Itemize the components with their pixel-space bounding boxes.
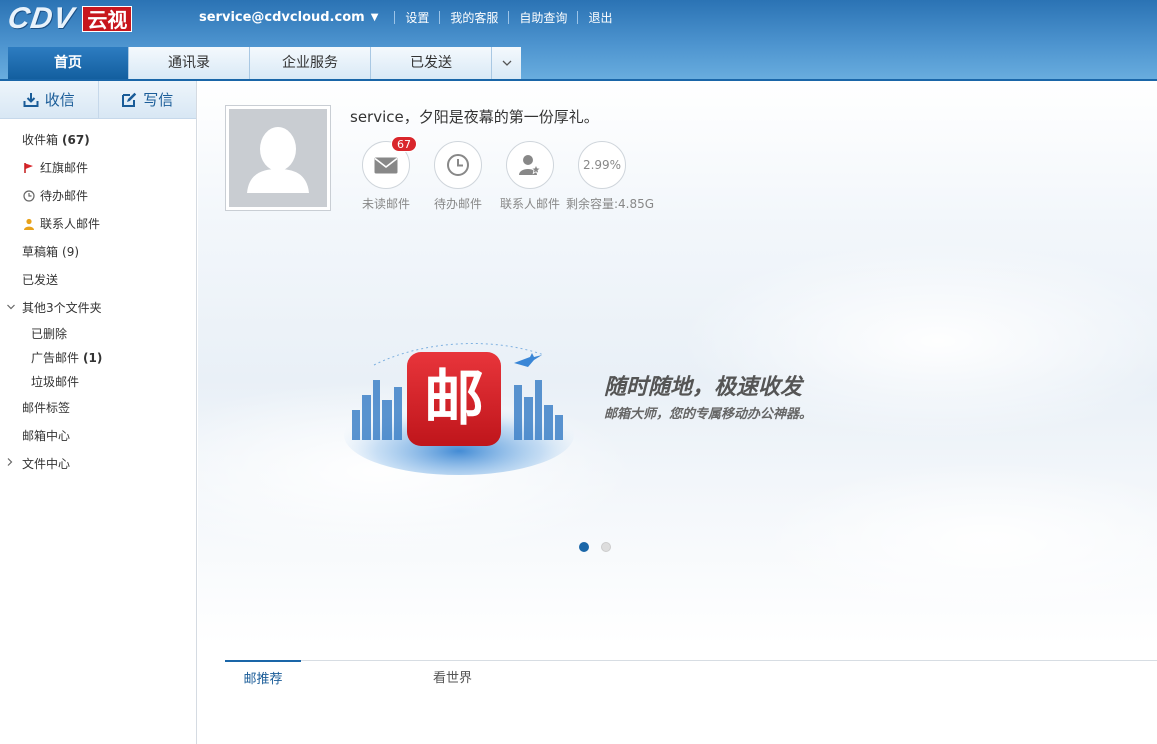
banner-subtitle: 邮箱大师，您的专属移动办公神器。 bbox=[604, 407, 813, 422]
tab-mail-recommend[interactable]: 邮推荐 bbox=[225, 660, 301, 698]
folder-label: 收件箱 bbox=[22, 133, 59, 147]
carousel-dots bbox=[579, 542, 611, 552]
write-label: 写信 bbox=[143, 91, 174, 109]
folder-drafts[interactable]: 草稿箱 (9) bbox=[0, 238, 196, 266]
tab-contacts[interactable]: 通讯录 bbox=[129, 47, 250, 79]
divider bbox=[577, 11, 579, 24]
stat-contacts[interactable]: 联系人邮件 bbox=[494, 141, 566, 212]
account-email[interactable]: service@cdvcloud.com bbox=[199, 10, 365, 25]
capacity-percent: 2.99% bbox=[582, 158, 622, 172]
stat-todo[interactable]: 待办邮件 bbox=[422, 141, 494, 212]
tab-see-world[interactable]: 看世界 bbox=[433, 661, 472, 699]
stat-label: 联系人邮件 bbox=[499, 197, 560, 211]
draft-count: (9) bbox=[62, 245, 80, 259]
folder-label: 广告邮件 bbox=[31, 351, 80, 365]
content-tabs: 邮推荐 看世界 bbox=[225, 660, 1157, 700]
folder-other-group[interactable]: 其他3个文件夹 bbox=[0, 294, 196, 322]
mail-stats: 67 未读邮件 待办邮件 联系人邮件 2.99% 剩余容量:4.85G bbox=[350, 136, 655, 212]
contact-star-icon bbox=[519, 155, 542, 175]
chevron-down-icon[interactable] bbox=[7, 294, 15, 322]
envelope-icon bbox=[374, 157, 398, 173]
folder-label: 草稿箱 bbox=[22, 245, 59, 259]
folder-spam[interactable]: 垃圾邮件 bbox=[0, 370, 196, 394]
receive-label: 收信 bbox=[44, 91, 75, 109]
folder-mail-center[interactable]: 邮箱中心 bbox=[0, 422, 196, 450]
stat-circle[interactable] bbox=[434, 141, 482, 189]
logout-link[interactable]: 退出 bbox=[588, 9, 612, 26]
carousel-dot-2[interactable] bbox=[601, 542, 611, 552]
folder-label: 联系人邮件 bbox=[40, 217, 101, 231]
unread-badge: 67 bbox=[391, 136, 417, 152]
logo-badge: 云视 bbox=[82, 6, 133, 32]
folder-sent[interactable]: 已发送 bbox=[0, 266, 196, 294]
folder-label: 已发送 bbox=[22, 273, 59, 287]
unread-count: (1) bbox=[83, 351, 103, 365]
tab-more-button[interactable] bbox=[492, 47, 521, 79]
folder-deleted[interactable]: 已删除 bbox=[0, 322, 196, 346]
folder-label: 红旗邮件 bbox=[40, 161, 89, 175]
folder-inbox[interactable]: 收件箱 (67) bbox=[0, 126, 196, 154]
header: CDV 云视 service@cdvcloud.com ▼ 设置 我的客服 自助… bbox=[0, 0, 1157, 81]
folder-contacts[interactable]: 联系人邮件 bbox=[0, 210, 196, 238]
background-cloud bbox=[758, 461, 1157, 621]
tab-enterprise[interactable]: 企业服务 bbox=[250, 47, 371, 79]
folder-flagged[interactable]: 红旗邮件 bbox=[0, 154, 196, 182]
logo[interactable]: CDV 云视 bbox=[5, 2, 133, 35]
chevron-down-icon bbox=[502, 60, 511, 66]
edit-icon bbox=[122, 92, 137, 107]
folder-label: 垃圾邮件 bbox=[31, 375, 80, 389]
settings-link[interactable]: 设置 bbox=[405, 9, 429, 26]
user-silhouette-icon bbox=[229, 109, 327, 207]
folder-label: 邮件标签 bbox=[22, 401, 71, 415]
folder-list: 收件箱 (67) 红旗邮件 待办邮件 联系人邮件 草稿箱 (9) 已发送 其他3… bbox=[0, 119, 196, 478]
write-button[interactable]: 写信 bbox=[97, 81, 197, 118]
folder-label: 文件中心 bbox=[22, 457, 71, 471]
stat-label: 待办邮件 bbox=[433, 197, 482, 211]
avatar[interactable] bbox=[225, 105, 331, 211]
carousel-dot-1[interactable] bbox=[579, 542, 589, 552]
sidebar: 收信 写信 收件箱 (67) 红旗邮件 待办邮件 联系人邮件 草稿箱 (9) 已… bbox=[0, 81, 197, 744]
divider bbox=[394, 11, 396, 24]
top-bar: service@cdvcloud.com ▼ 设置 我的客服 自助查询 退出 bbox=[199, 9, 612, 26]
clock-icon bbox=[447, 154, 469, 176]
stat-capacity[interactable]: 2.99% 剩余容量:4.85G bbox=[566, 141, 655, 212]
stat-label: 未读邮件 bbox=[361, 197, 410, 211]
folder-ads[interactable]: 广告邮件 (1) bbox=[0, 346, 196, 370]
banner-title: 随时随地，极速收发 bbox=[604, 375, 803, 400]
divider bbox=[508, 11, 510, 24]
app-glyph: 邮 bbox=[424, 364, 484, 434]
tab-home[interactable]: 首页 bbox=[8, 47, 129, 79]
folder-label: 已删除 bbox=[31, 327, 68, 341]
download-icon bbox=[23, 92, 39, 107]
folder-label: 其他3个文件夹 bbox=[22, 301, 102, 315]
banner-illustration[interactable]: 邮 bbox=[344, 325, 574, 475]
main-panel: service，夕阳是夜幕的第一份厚礼。 67 未读邮件 待办邮件 联系人邮件 … bbox=[198, 81, 1157, 744]
folder-todo[interactable]: 待办邮件 bbox=[0, 182, 196, 210]
folder-tags[interactable]: 邮件标签 bbox=[0, 394, 196, 422]
folder-file-center[interactable]: 文件中心 bbox=[0, 450, 196, 478]
stat-label: 剩余容量:4.85G bbox=[566, 197, 655, 211]
compose-row: 收信 写信 bbox=[0, 81, 196, 119]
stat-circle[interactable] bbox=[506, 141, 554, 189]
contact-person-icon bbox=[22, 218, 36, 230]
stat-circle[interactable]: 67 bbox=[362, 136, 417, 189]
support-link[interactable]: 我的客服 bbox=[450, 9, 498, 26]
chevron-down-icon[interactable]: ▼ bbox=[371, 12, 379, 23]
self-query-link[interactable]: 自助查询 bbox=[519, 9, 567, 26]
clock-icon bbox=[22, 190, 36, 202]
logo-text: CDV bbox=[5, 2, 77, 35]
folder-label: 邮箱中心 bbox=[22, 429, 71, 443]
tab-sent[interactable]: 已发送 bbox=[371, 47, 492, 79]
profile-block: service，夕阳是夜幕的第一份厚礼。 67 未读邮件 待办邮件 联系人邮件 … bbox=[225, 105, 654, 211]
main-tabs: 首页 通讯录 企业服务 已发送 bbox=[8, 47, 521, 79]
unread-count: (67) bbox=[62, 133, 90, 147]
chevron-right-icon[interactable] bbox=[7, 450, 13, 478]
greeting-text: service，夕阳是夜幕的第一份厚礼。 bbox=[350, 108, 599, 126]
divider bbox=[439, 11, 441, 24]
folder-label: 待办邮件 bbox=[40, 189, 89, 203]
stat-circle[interactable]: 2.99% bbox=[578, 141, 626, 189]
red-flag-icon bbox=[22, 162, 36, 174]
receive-button[interactable]: 收信 bbox=[0, 81, 98, 118]
stat-unread[interactable]: 67 未读邮件 bbox=[350, 136, 422, 212]
